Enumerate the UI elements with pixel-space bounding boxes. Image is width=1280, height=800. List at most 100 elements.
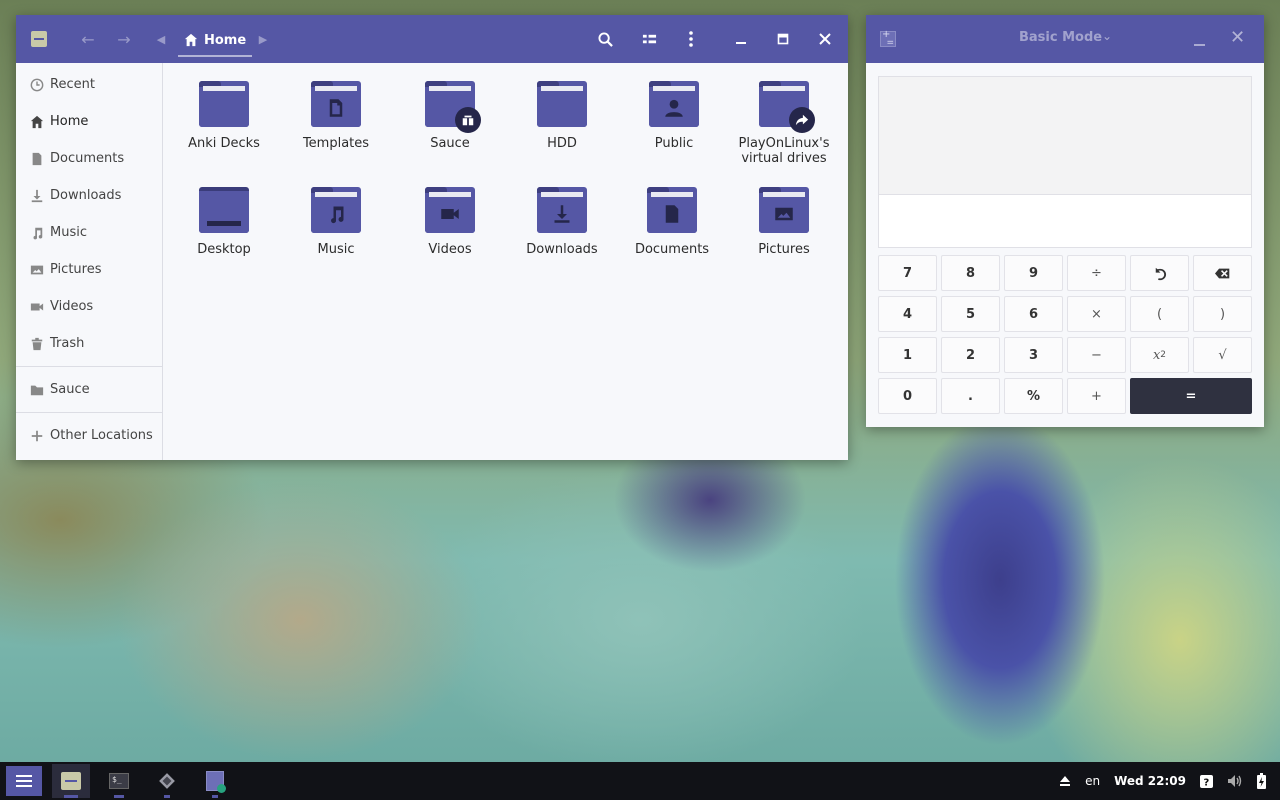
sidebar-item-label: Trash [50, 336, 85, 351]
key-percent[interactable]: % [1004, 378, 1063, 414]
chevron-down-icon[interactable]: ⌄ [1102, 29, 1112, 43]
key-open-paren[interactable]: ( [1130, 296, 1189, 332]
sidebar-item-sauce[interactable]: Sauce [16, 371, 162, 408]
file-item[interactable]: HDD [506, 81, 618, 151]
taskbar-calculator[interactable] [196, 764, 234, 798]
file-item[interactable]: Pictures [728, 187, 840, 257]
file-item[interactable]: Anki Decks [168, 81, 280, 151]
maximize-button[interactable] [765, 15, 801, 63]
file-item[interactable]: Sauce [394, 81, 506, 151]
key-6[interactable]: 6 [1004, 296, 1063, 332]
chevron-right-icon: ▶ [258, 32, 268, 46]
key-decimal[interactable]: . [941, 378, 1000, 414]
file-item[interactable]: Templates [280, 81, 392, 151]
key-add[interactable]: + [1067, 378, 1126, 414]
key-8[interactable]: 8 [941, 255, 1000, 291]
sidebar-item-label: Videos [50, 299, 94, 314]
key-5[interactable]: 5 [941, 296, 1000, 332]
key-0[interactable]: 0 [878, 378, 937, 414]
file-item-label: Music [317, 242, 355, 257]
forward-button[interactable]: → [106, 15, 142, 63]
eject-button[interactable] [1059, 775, 1071, 787]
file-item[interactable]: Music [280, 187, 392, 257]
taskbar-app[interactable] [148, 764, 186, 798]
key-square[interactable]: x2 [1130, 337, 1189, 373]
key-1[interactable]: 1 [878, 337, 937, 373]
backspace-icon [1214, 266, 1231, 280]
key-undo[interactable] [1130, 255, 1189, 291]
key-multiply[interactable]: × [1067, 296, 1126, 332]
sidebar-item-recent[interactable]: Recent [16, 66, 162, 103]
sidebar-item-label: Downloads [50, 188, 122, 203]
calculator-close-button[interactable]: ✕ [1230, 27, 1245, 48]
key-backspace[interactable] [1193, 255, 1252, 291]
close-button[interactable] [807, 15, 843, 63]
volume-button[interactable] [1227, 774, 1243, 788]
system-tray: en Wed 22:09 ? [1059, 762, 1280, 800]
public-folder-icon [649, 81, 699, 127]
key-close-paren[interactable]: ) [1193, 296, 1252, 332]
undo-icon [1155, 267, 1167, 280]
calculator-minimize-button[interactable] [1188, 29, 1210, 51]
calculator-window: Basic Mode ⌄ ✕ 7 8 9 ÷ 4 5 6 × ( ) 1 2 3… [866, 15, 1264, 427]
menu-button[interactable] [673, 15, 709, 63]
back-button[interactable]: ← [70, 15, 106, 63]
file-item[interactable]: Videos [394, 187, 506, 257]
sidebar-divider [16, 366, 162, 367]
file-manager-window: ← → ◀ Home ▶ Recent Home Documents Downl… [16, 15, 848, 460]
sidebar-item-label: Music [50, 225, 87, 240]
desktop-folder-icon [199, 187, 249, 233]
keyboard-layout[interactable]: en [1085, 774, 1100, 788]
sidebar-item-pictures[interactable]: Pictures [16, 251, 162, 288]
sidebar-item-trash[interactable]: Trash [16, 325, 162, 362]
file-item[interactable]: PlayOnLinux's virtual drives [728, 81, 840, 166]
taskbar-file-manager[interactable] [52, 764, 90, 798]
clock[interactable]: Wed 22:09 [1114, 774, 1186, 788]
svg-text:?: ? [1204, 777, 1210, 788]
sidebar-item-documents[interactable]: Documents [16, 140, 162, 177]
sidebar-item-other-locations[interactable]: Other Locations [16, 417, 162, 454]
sidebar-item-home[interactable]: Home [16, 103, 162, 140]
places-sidebar: Recent Home Documents Downloads Music Pi… [16, 63, 163, 460]
file-item[interactable]: Public [618, 81, 730, 151]
taskbar-terminal[interactable]: $_ [100, 764, 138, 798]
help-icon: ? [1200, 774, 1213, 788]
view-toggle-button[interactable] [631, 15, 667, 63]
sidebar-item-label: Other Locations [50, 428, 153, 443]
app-menu-button[interactable] [6, 766, 42, 796]
sidebar-item-downloads[interactable]: Downloads [16, 177, 162, 214]
key-3[interactable]: 3 [1004, 337, 1063, 373]
key-9[interactable]: 9 [1004, 255, 1063, 291]
videos-folder-icon [425, 187, 475, 233]
key-subtract[interactable]: − [1067, 337, 1126, 373]
shared-folder-icon [425, 81, 481, 133]
breadcrumb-left-button[interactable]: ◀ [146, 15, 176, 63]
key-4[interactable]: 4 [878, 296, 937, 332]
file-item-label: Documents [634, 242, 710, 257]
help-button[interactable]: ? [1200, 774, 1213, 788]
key-square-root[interactable]: √ [1193, 337, 1252, 373]
sidebar-item-label: Documents [50, 151, 125, 166]
close-icon: ✕ [1230, 27, 1246, 48]
key-2[interactable]: 2 [941, 337, 1000, 373]
battery-button[interactable] [1257, 773, 1266, 789]
file-item-label: Desktop [197, 242, 251, 257]
music-icon [33, 227, 43, 239]
breadcrumb-right-button[interactable]: ▶ [248, 15, 278, 63]
key-divide[interactable]: ÷ [1067, 255, 1126, 291]
key-7[interactable]: 7 [878, 255, 937, 291]
minimize-button[interactable] [723, 15, 759, 63]
sidebar-item-music[interactable]: Music [16, 214, 162, 251]
sidebar-item-videos[interactable]: Videos [16, 288, 162, 325]
mode-selector[interactable]: Basic Mode [1019, 30, 1102, 45]
file-item[interactable]: Desktop [168, 187, 280, 257]
breadcrumb-home[interactable]: Home [178, 25, 253, 57]
list-view-icon [642, 34, 656, 43]
search-button[interactable] [587, 15, 623, 63]
file-item[interactable]: Documents [616, 187, 728, 257]
key-equals[interactable]: = [1130, 378, 1252, 414]
file-item[interactable]: Downloads [506, 187, 618, 257]
folder-icon [30, 385, 44, 395]
battery-charging-icon [1257, 773, 1266, 789]
expression-input[interactable] [878, 194, 1252, 248]
